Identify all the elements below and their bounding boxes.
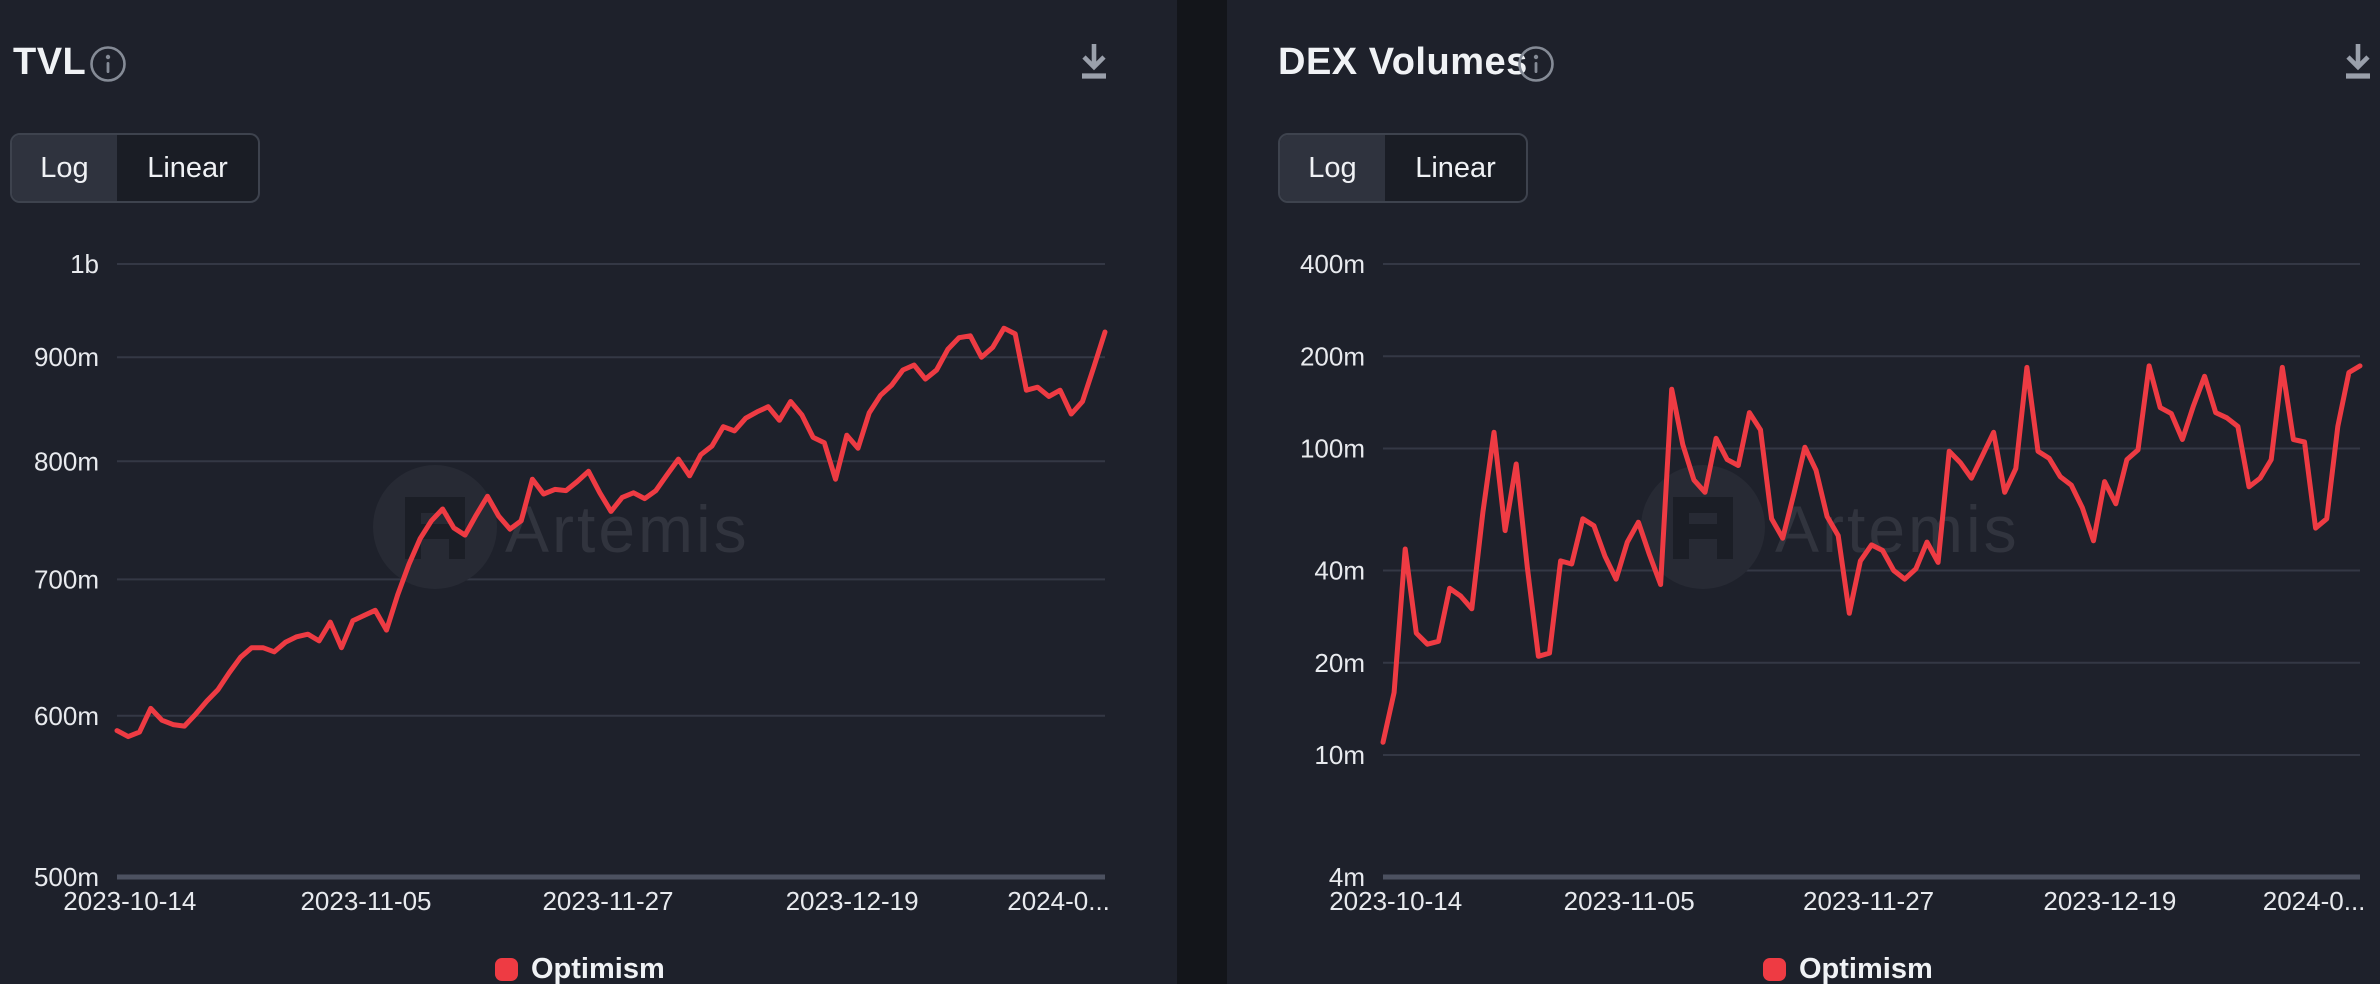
scale-toggle: Log Linear	[10, 133, 260, 203]
panel-title: DEX Volumes	[1278, 41, 1528, 84]
artemis-watermark-text: Artemis	[1775, 492, 2020, 566]
y-axis-label: 400m	[1300, 249, 1365, 279]
y-axis-label: 20m	[1314, 648, 1365, 678]
scale-toggle: Log Linear	[1278, 133, 1528, 203]
x-axis-label: 2023-12-19	[2043, 886, 2176, 916]
legend-label: Optimism	[531, 953, 665, 984]
legend-swatch	[1763, 958, 1786, 981]
artemis-watermark-text: Artemis	[505, 492, 750, 566]
dex-volumes-panel: Artemis400m200m100m40m20m10m4m2023-10-14…	[1227, 0, 2380, 984]
tvl-panel: Artemis1b900m800m700m600m500m2023-10-142…	[0, 0, 1177, 984]
x-axis-label: 2023-11-27	[1803, 886, 1934, 916]
log-toggle-button[interactable]: Log	[12, 135, 117, 201]
linear-toggle-button[interactable]: Linear	[1385, 135, 1526, 201]
y-axis-label: 40m	[1314, 556, 1365, 586]
x-axis-label: 2024-0...	[1007, 886, 1110, 916]
x-axis-label: 2023-12-19	[786, 886, 919, 916]
info-icon[interactable]	[1517, 45, 1555, 83]
legend-item-optimism[interactable]: Optimism	[495, 953, 665, 984]
x-axis-label: 2023-11-27	[542, 886, 673, 916]
y-axis-label: 600m	[34, 701, 99, 731]
y-axis-label: 700m	[34, 564, 99, 594]
panel-title: TVL	[13, 41, 86, 84]
y-axis-label: 10m	[1314, 740, 1365, 770]
download-button[interactable]	[2335, 40, 2380, 86]
download-button[interactable]	[1071, 40, 1117, 86]
legend-item-optimism[interactable]: Optimism	[1763, 953, 1933, 984]
x-axis-label: 2023-10-14	[63, 886, 196, 916]
y-axis-label: 800m	[34, 446, 99, 476]
x-axis-label: 2023-11-05	[300, 886, 431, 916]
x-axis-label: 2023-10-14	[1329, 886, 1462, 916]
artemis-dashboard: Artemis1b900m800m700m600m500m2023-10-142…	[0, 0, 2380, 984]
legend-label: Optimism	[1799, 953, 1933, 984]
x-axis-label: 2023-11-05	[1564, 886, 1695, 916]
log-toggle-button[interactable]: Log	[1280, 135, 1385, 201]
linear-toggle-button[interactable]: Linear	[117, 135, 258, 201]
y-axis-label: 1b	[70, 249, 99, 279]
y-axis-label: 100m	[1300, 434, 1365, 464]
info-icon[interactable]	[89, 45, 127, 83]
y-axis-label: 900m	[34, 342, 99, 372]
x-axis-label: 2024-0...	[2263, 886, 2366, 916]
legend-swatch	[495, 958, 518, 981]
y-axis-label: 200m	[1300, 341, 1365, 371]
